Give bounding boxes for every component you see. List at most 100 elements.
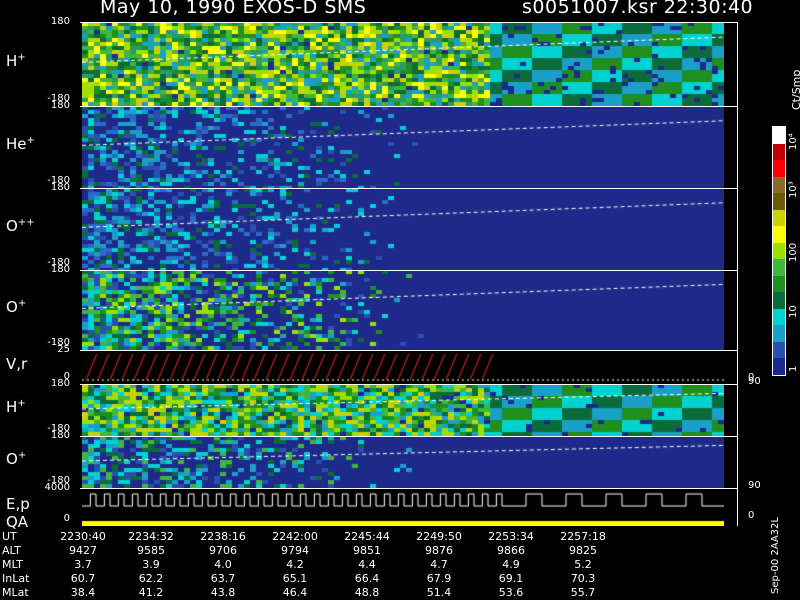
info-cell: 2242:00 <box>272 530 318 543</box>
panel-4-border <box>80 350 738 351</box>
info-cell: 2253:34 <box>488 530 534 543</box>
panel-0-top-tick: 180 <box>50 16 70 27</box>
info-cell: 2249:50 <box>416 530 462 543</box>
panel-2-plot <box>82 188 724 270</box>
info-cell: 4.2 <box>286 558 304 571</box>
info-cell: 9585 <box>137 544 165 557</box>
info-cell: 62.2 <box>138 572 164 585</box>
panel-5-top-tick: 180 <box>50 378 70 389</box>
right-axis-line <box>737 22 738 526</box>
panel-4-top-tick: 25 <box>57 344 70 355</box>
panel-7-label: E,p QA <box>6 495 30 531</box>
panel-0-plot <box>82 22 724 106</box>
info-cell: 3.9 <box>142 558 160 571</box>
colorbar-swatch <box>773 143 785 161</box>
colorbar-swatch <box>773 308 785 326</box>
panel-0-border <box>80 22 738 23</box>
panel-4-label: V,r <box>6 355 28 373</box>
file-timestamp: s0051007.ksr 22:30:40 <box>522 0 754 18</box>
colorbar-tick: 100 <box>788 242 799 262</box>
colorbar-title: Ct/Smp <box>790 69 800 110</box>
panel-0 <box>82 22 724 106</box>
panel-3-top-tick: 180 <box>50 264 70 275</box>
plot-title: May 10, 1990 EXOS-D SMS <box>100 0 367 18</box>
info-cell: 70.3 <box>570 572 596 585</box>
panel-3 <box>82 270 724 350</box>
info-cell: 65.1 <box>282 572 308 585</box>
panel-2-label: O++ <box>6 217 35 235</box>
colorbar-swatch <box>773 127 785 144</box>
panel-3-label: O+ <box>6 298 27 316</box>
info-cell: 55.7 <box>570 586 596 599</box>
colorbar-swatch <box>773 193 785 210</box>
panel-7-plot <box>82 488 724 526</box>
panel-6-plot <box>82 436 724 488</box>
panel-2-border <box>80 188 738 189</box>
panel-7 <box>82 488 724 526</box>
panel-7-border <box>80 488 738 489</box>
info-row-ut: UT 2230:40 2234:32 2238:16 2242:00 2245:44 224… <box>0 530 730 544</box>
info-cell: 60.7 <box>70 572 96 585</box>
panel-6 <box>82 436 724 488</box>
orbit-info-table: UT 2230:40 2234:32 2238:16 2242:00 2245:44 224… <box>0 530 800 600</box>
panel-1-label: He+ <box>6 135 35 153</box>
info-cell: 48.8 <box>354 586 380 599</box>
panel-5-plot <box>82 384 724 436</box>
info-row-mlat: MLat 38.4 41.2 43.8 46.4 48.8 51.4 53.6 55.7 <box>0 586 730 600</box>
info-cell: 2257:18 <box>560 530 606 543</box>
colorbar-tick: 10⁴ <box>788 133 799 150</box>
info-cell: 5.2 <box>574 558 592 571</box>
colorbar-swatch <box>773 160 785 177</box>
panel-1-top-tick: 180 <box>50 100 70 111</box>
info-cell: 2245:44 <box>344 530 390 543</box>
processing-stamp: Sep-00 2AA32L <box>770 517 781 594</box>
panel-3-border <box>80 270 738 271</box>
panel-7-bottom-tick: 0 <box>63 513 70 524</box>
colorbar-swatch <box>773 242 785 260</box>
info-cell: 53.6 <box>498 586 524 599</box>
panel-6-border <box>80 436 738 437</box>
info-cell: 67.9 <box>426 572 452 585</box>
colorbar-tick: 10³ <box>788 181 799 198</box>
colorbar-swatch <box>773 226 785 243</box>
info-cell: 46.4 <box>282 586 308 599</box>
info-cell: 9825 <box>569 544 597 557</box>
info-cell: 9427 <box>69 544 97 557</box>
info-row-inlat: InLat 60.7 62.2 63.7 65.1 66.4 67.9 69.1 70.3 <box>0 572 730 586</box>
info-cell: 4.0 <box>214 558 232 571</box>
panel-0-label: H+ <box>6 52 26 70</box>
colorbar <box>772 126 786 376</box>
panel-6-top-tick: 180 <box>50 430 70 441</box>
panel-7-label2: QA <box>6 513 29 531</box>
colorbar-swatch <box>773 259 785 276</box>
info-cell: 4.7 <box>430 558 448 571</box>
info-cell: 51.4 <box>426 586 452 599</box>
colorbar-swatch <box>773 176 785 194</box>
panel-5-label: H+ <box>6 398 26 416</box>
panel-1-plot <box>82 106 724 188</box>
colorbar-swatch <box>773 341 785 359</box>
info-row-mlt: MLT 3.7 3.9 4.0 4.2 4.4 4.7 4.9 5.2 <box>0 558 730 572</box>
panel-3-plot <box>82 270 724 350</box>
info-cell: 38.4 <box>70 586 96 599</box>
info-cell: 2230:40 <box>60 530 106 543</box>
colorbar-tick: 1 <box>788 365 799 372</box>
panel-5-border <box>80 384 738 385</box>
info-cell: 69.1 <box>498 572 524 585</box>
panel-2-top-tick: 180 <box>50 182 70 193</box>
panel-7-top-tick: 4000 <box>44 482 70 493</box>
info-cell: 9706 <box>209 544 237 557</box>
panel-7-right-tick: 0 <box>748 510 755 521</box>
panel-4-plot <box>82 350 724 384</box>
panel-1 <box>82 106 724 188</box>
info-cell: 4.9 <box>502 558 520 571</box>
info-cell: 9794 <box>281 544 309 557</box>
info-cell: 63.7 <box>210 572 236 585</box>
info-cell: 2234:32 <box>128 530 174 543</box>
info-cell: 43.8 <box>210 586 236 599</box>
panel-1-border <box>80 106 738 107</box>
info-cell: 4.4 <box>358 558 376 571</box>
info-cell: 9851 <box>353 544 381 557</box>
info-cell: 3.7 <box>74 558 92 571</box>
panel-2 <box>82 188 724 270</box>
